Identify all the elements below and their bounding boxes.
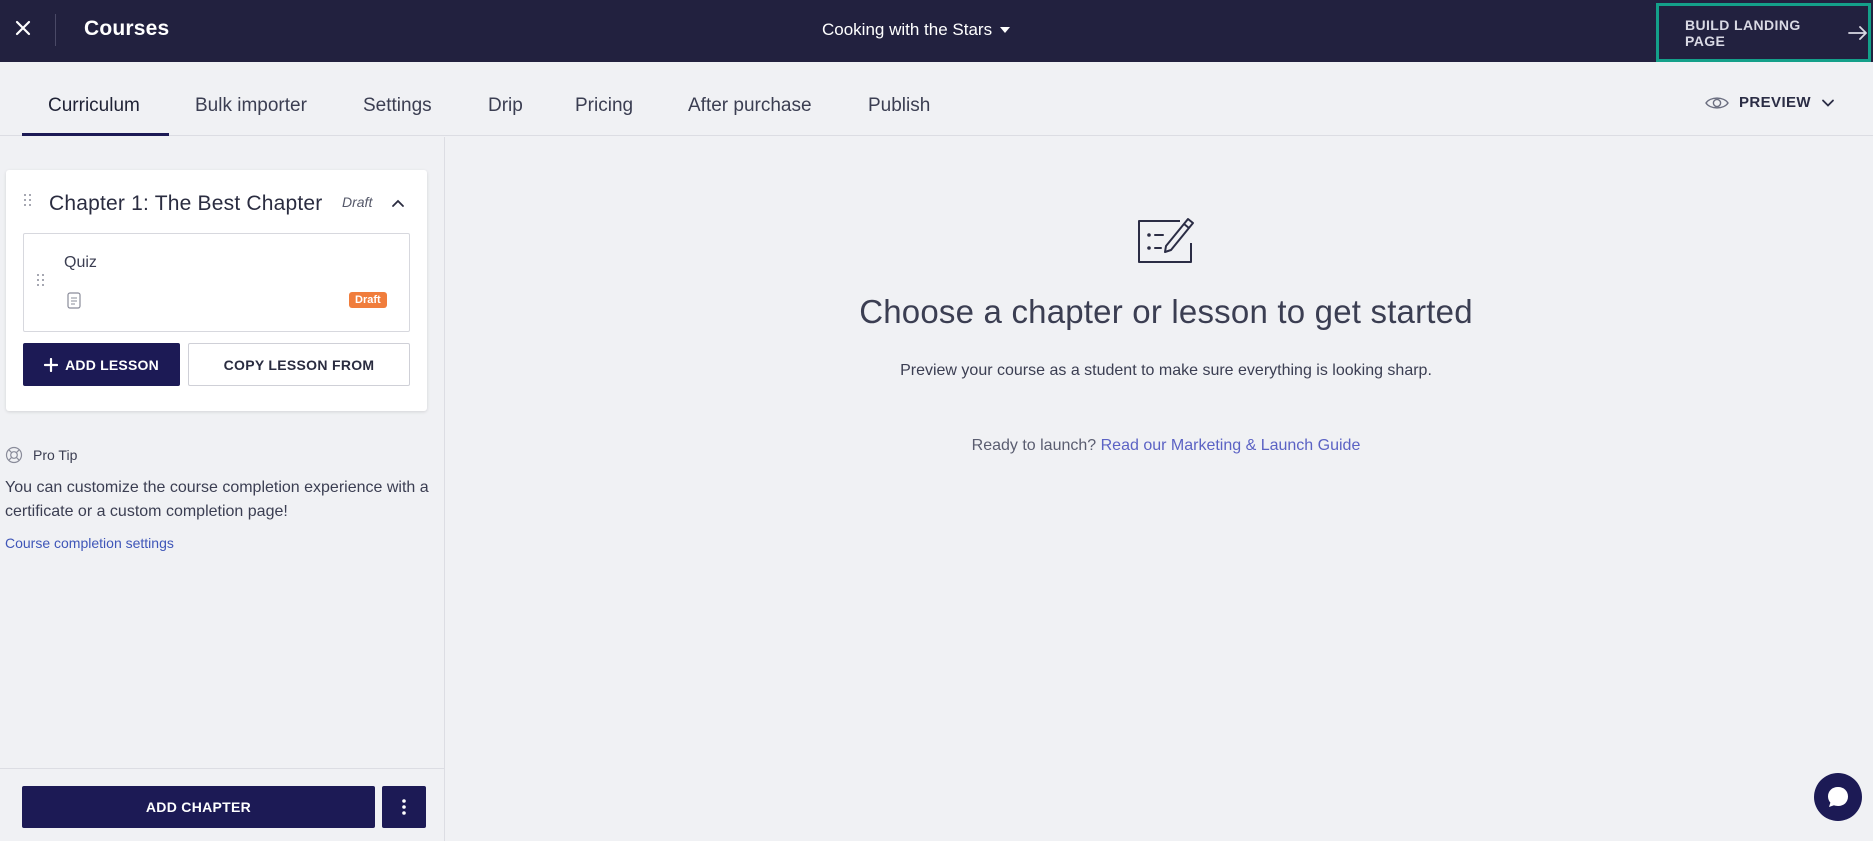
lesson-drag-handle-icon[interactable]	[37, 274, 45, 288]
chevron-up-icon[interactable]	[388, 193, 408, 213]
active-tab-indicator	[22, 133, 169, 136]
chat-bubble-button[interactable]	[1814, 773, 1862, 821]
marketing-launch-guide-link[interactable]: Read our Marketing & Launch Guide	[1101, 437, 1361, 454]
course-name: Cooking with the Stars	[822, 20, 993, 39]
caret-down-icon	[1000, 27, 1011, 33]
main-content: Choose a chapter or lesson to get starte…	[446, 137, 1873, 841]
lesson-title: Quiz	[64, 254, 97, 271]
chat-icon	[1828, 787, 1848, 807]
launch-guide-line: Ready to launch? Read our Marketing & La…	[446, 437, 1873, 455]
tab-drip[interactable]: Drip	[488, 95, 523, 117]
tab-settings[interactable]: Settings	[363, 95, 432, 117]
tab-publish[interactable]: Publish	[868, 95, 930, 117]
status-badge: Draft	[349, 292, 387, 308]
pro-tip-header: Pro Tip	[5, 446, 77, 464]
chapter-status: Draft	[342, 194, 373, 210]
chevron-down-icon	[1822, 99, 1834, 107]
lesson-item[interactable]: Quiz Draft	[23, 233, 410, 332]
preview-label: PREVIEW	[1739, 94, 1811, 111]
pro-tip-label: Pro Tip	[33, 447, 78, 463]
lifebuoy-icon	[5, 446, 23, 464]
kebab-menu-icon	[402, 799, 406, 815]
eye-icon	[1705, 96, 1729, 109]
launch-prefix: Ready to launch?	[971, 437, 1097, 454]
add-lesson-button[interactable]: ADD LESSON	[23, 343, 180, 386]
preview-button[interactable]: PREVIEW	[1705, 94, 1835, 111]
curriculum-sidebar: Chapter 1: The Best Chapter Draft Quiz D…	[0, 137, 445, 841]
tab-bar: Curriculum Bulk importer Settings Drip P…	[0, 62, 1873, 136]
close-icon[interactable]	[10, 15, 36, 41]
more-options-button[interactable]	[382, 786, 426, 828]
tab-curriculum[interactable]: Curriculum	[48, 95, 140, 117]
tab-bulk-importer[interactable]: Bulk importer	[195, 95, 307, 117]
empty-state-heading: Choose a chapter or lesson to get starte…	[859, 293, 1473, 330]
build-landing-page-button[interactable]: BUILD LANDING PAGE	[1656, 3, 1871, 62]
course-selector[interactable]: Cooking with the Stars	[822, 20, 1011, 40]
copy-lesson-from-button[interactable]: COPY LESSON FROM	[188, 343, 410, 386]
pro-tip-text: You can customize the course completion …	[5, 479, 429, 520]
tab-after-purchase[interactable]: After purchase	[688, 95, 812, 117]
chapter-card: Chapter 1: The Best Chapter Draft Quiz D…	[6, 170, 427, 411]
chapter-title[interactable]: Chapter 1: The Best Chapter	[49, 192, 323, 216]
quiz-icon	[67, 292, 81, 309]
sidebar-footer: ADD CHAPTER	[0, 768, 444, 841]
tab-pricing[interactable]: Pricing	[575, 95, 633, 117]
add-lesson-label: ADD LESSON	[65, 356, 159, 373]
page-title: Courses	[84, 17, 170, 40]
topbar-divider	[55, 14, 56, 46]
course-completion-settings-link[interactable]: Course completion settings	[5, 535, 174, 551]
edit-list-icon	[1136, 213, 1196, 265]
chapter-drag-handle-icon[interactable]	[24, 194, 32, 208]
empty-state-subtext: Preview your course as a student to make…	[900, 362, 1432, 379]
build-landing-page-label: BUILD LANDING PAGE	[1685, 16, 1801, 49]
arrow-right-icon	[1848, 25, 1867, 40]
top-bar: Courses Cooking with the Stars BUILD LAN…	[0, 0, 1873, 62]
add-chapter-button[interactable]: ADD CHAPTER	[22, 786, 375, 828]
plus-icon	[44, 357, 59, 372]
